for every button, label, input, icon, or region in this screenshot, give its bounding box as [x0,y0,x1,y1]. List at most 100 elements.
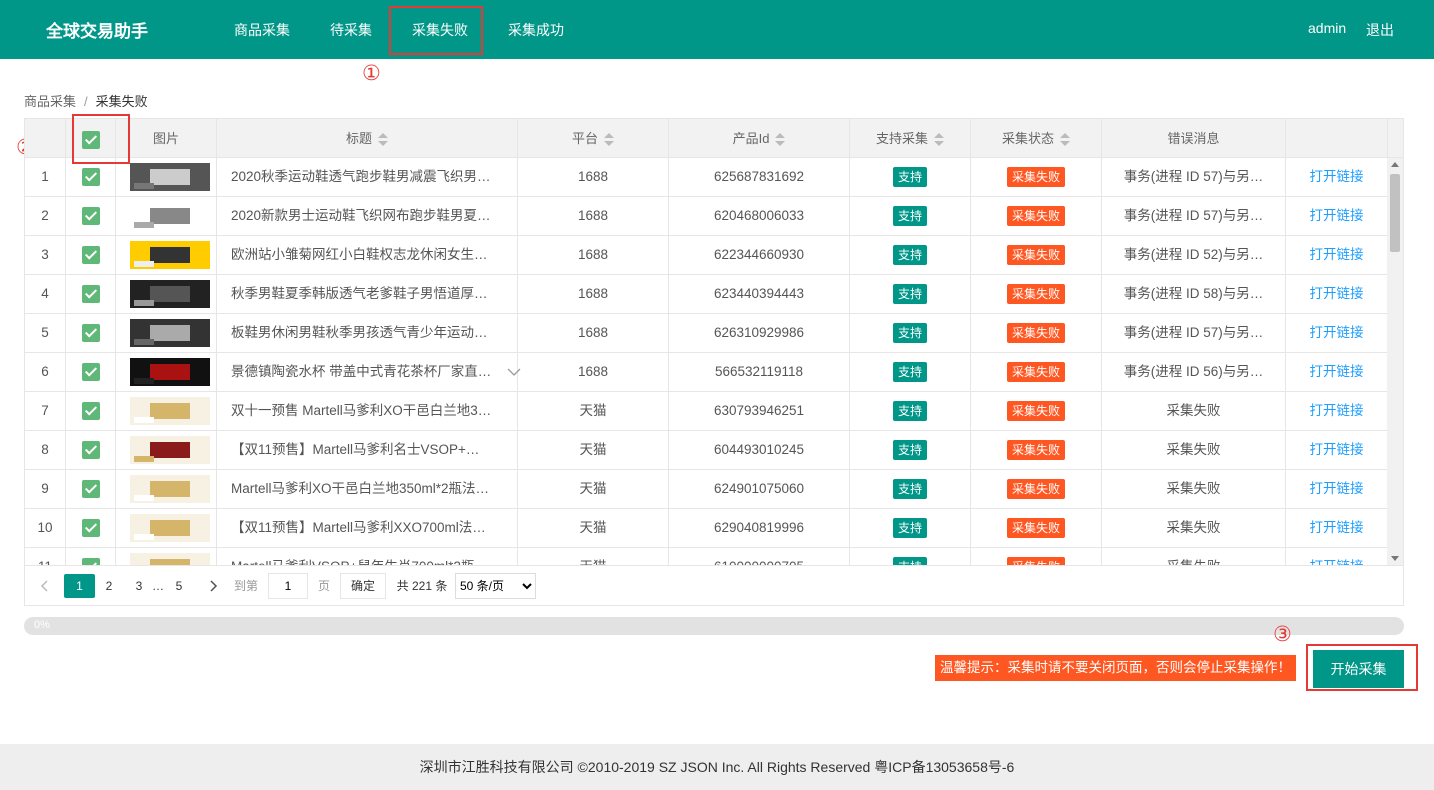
page-size-select[interactable]: 50 条/页 [455,573,536,599]
sort-icon[interactable] [775,132,786,147]
supported-badge: 支持 [892,518,927,539]
row-title: 【双11预售】Martell马爹利名士VSOP+… [217,431,518,469]
row-title: Martell马爹利XO干邑白兰地350ml*2瓶法… [217,470,518,508]
sort-icon[interactable] [934,132,944,147]
goto-page-input[interactable] [268,573,308,599]
row-checkbox-cell[interactable] [66,236,116,274]
row-error: 采集失败 [1102,509,1286,547]
row-platform: 1688 [518,314,669,352]
page-5[interactable]: 5 [173,574,185,598]
open-link[interactable]: 打开链接 [1310,169,1364,184]
row-platform: 天猫 [518,431,669,469]
scrollbar-thumb[interactable] [1390,174,1400,252]
row-checkbox[interactable] [81,207,100,226]
row-checkbox[interactable] [81,480,100,499]
progress-text: 0% [34,619,50,631]
table-scrollbar[interactable] [1387,158,1403,565]
username[interactable]: admin [1308,20,1346,36]
expand-chevron-icon[interactable] [507,365,521,379]
prev-page-icon[interactable] [37,574,53,598]
scroll-down-icon[interactable] [1391,556,1399,561]
row-index: 4 [25,275,66,313]
product-thumbnail[interactable] [130,241,210,269]
nav-item-success[interactable]: 采集成功 [508,20,564,40]
row-checkbox-cell[interactable] [66,314,116,352]
row-checkbox-cell[interactable] [66,353,116,391]
breadcrumb-root[interactable]: 商品采集 [24,94,76,109]
sort-icon[interactable] [378,132,388,147]
table-row: 9 Martell马爹利XO干邑白兰地350ml*2瓶法… 天猫 6249010750… [25,470,1387,509]
row-checkbox-cell[interactable] [66,509,116,547]
sort-icon[interactable] [604,132,614,147]
open-link[interactable]: 打开链接 [1310,325,1364,340]
row-checkbox[interactable] [81,441,100,460]
goto-confirm-button[interactable]: 确定 [340,573,387,599]
th-status[interactable]: 采集状态 [971,119,1102,158]
product-thumbnail[interactable] [130,202,210,230]
th-platform[interactable]: 平台 [518,119,669,158]
row-checkbox[interactable] [81,363,100,382]
row-index: 8 [25,431,66,469]
row-checkbox-cell[interactable] [66,392,116,430]
th-supported[interactable]: 支持采集 [850,119,971,158]
row-product-id: 624901075060 [669,470,850,508]
row-checkbox-cell[interactable] [66,431,116,469]
nav-item-pending[interactable]: 待采集 [330,20,372,40]
open-link[interactable]: 打开链接 [1310,247,1364,262]
product-thumbnail[interactable] [130,319,210,347]
open-link[interactable]: 打开链接 [1310,442,1364,457]
row-image-cell [116,158,217,196]
pagination: 1 2 3 … 5 到第 页 确定 共 221 条 50 条/页 [25,565,1403,605]
supported-badge: 支持 [892,479,927,500]
product-thumbnail[interactable] [130,397,210,425]
row-checkbox-cell[interactable] [66,548,116,565]
page-1[interactable]: 1 [64,574,95,598]
row-checkbox[interactable] [81,519,100,538]
product-thumbnail[interactable] [130,163,210,191]
product-thumbnail[interactable] [130,514,210,542]
row-product-id: 625687831692 [669,158,850,196]
page-2[interactable]: 2 [103,574,115,598]
th-product-id[interactable]: 产品Id [669,119,850,158]
product-thumbnail[interactable] [130,436,210,464]
page-3[interactable]: 3 [133,574,145,598]
data-table: 图片 标题 平台 产品Id 支持采集 采集状态 错误消息 1 2020秋季运动鞋透… [24,118,1404,606]
open-link[interactable]: 打开链接 [1310,481,1364,496]
product-thumbnail[interactable] [130,358,210,386]
open-link[interactable]: 打开链接 [1310,208,1364,223]
start-collect-button[interactable]: 开始采集 [1313,650,1404,688]
goto-label: 到第 [233,579,258,593]
open-link[interactable]: 打开链接 [1310,286,1364,301]
th-error-label: 错误消息 [1167,131,1220,146]
row-checkbox[interactable] [81,246,100,265]
row-checkbox[interactable] [81,324,100,343]
row-checkbox-cell[interactable] [66,197,116,235]
open-link[interactable]: 打开链接 [1310,364,1364,379]
row-image-cell [116,470,217,508]
row-checkbox-cell[interactable] [66,275,116,313]
row-index: 6 [25,353,66,391]
open-link[interactable]: 打开链接 [1310,520,1364,535]
row-checkbox[interactable] [81,402,100,421]
sort-icon[interactable] [1060,132,1070,147]
product-thumbnail[interactable] [130,280,210,308]
row-checkbox[interactable] [81,285,100,304]
row-supported-cell: 支持 [850,236,971,274]
row-checkbox[interactable] [81,168,100,187]
logout-link[interactable]: 退出 [1366,20,1394,40]
supported-badge: 支持 [892,401,927,422]
row-title: 双十一预售 Martell马爹利XO干邑白兰地3… [217,392,518,430]
row-product-id: 626310929986 [669,314,850,352]
th-title[interactable]: 标题 [217,119,518,158]
next-page-icon[interactable] [205,574,221,598]
product-thumbnail[interactable] [130,475,210,503]
th-index [25,119,66,158]
row-error: 采集失败 [1102,548,1286,565]
row-checkbox-cell[interactable] [66,470,116,508]
scroll-up-icon[interactable] [1391,162,1399,167]
row-product-id: 623440394443 [669,275,850,313]
open-link[interactable]: 打开链接 [1310,403,1364,418]
status-badge: 采集失败 [1006,284,1065,305]
nav-item-collect[interactable]: 商品采集 [234,20,290,40]
product-thumbnail[interactable] [130,553,210,565]
